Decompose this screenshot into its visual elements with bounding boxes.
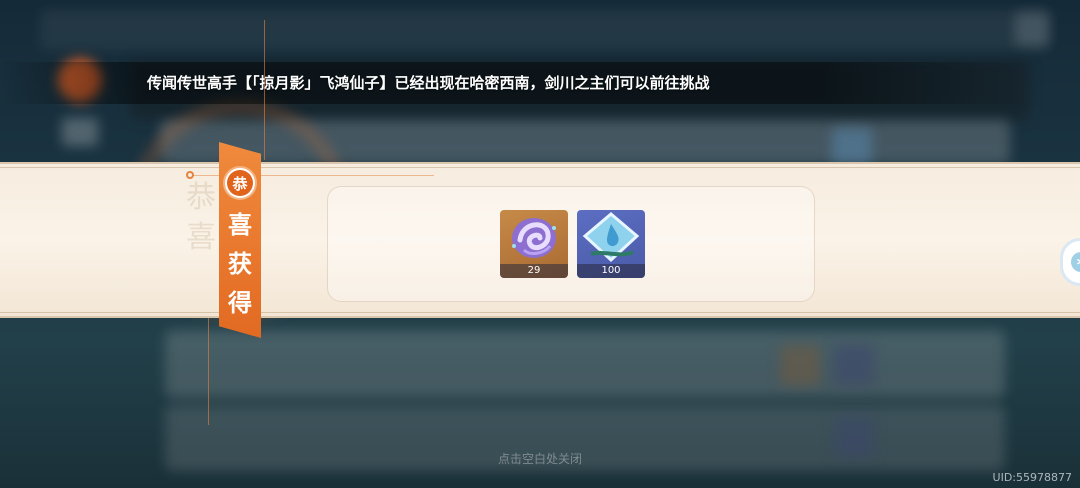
item-count: 100 xyxy=(577,264,645,278)
background-item-thumb xyxy=(832,128,872,164)
congrats-badge-char: 恭 xyxy=(227,170,253,196)
background-menu-icon xyxy=(62,118,98,146)
decorative-line xyxy=(264,20,265,160)
ghost-character-decoration: 喜 xyxy=(186,220,216,255)
background-item-thumb xyxy=(780,345,820,385)
ribbon-title-char: 获 xyxy=(228,249,252,278)
background-top-bar xyxy=(40,10,1050,50)
reward-item[interactable]: 100 xyxy=(577,210,645,278)
background-close-icon xyxy=(1015,12,1049,46)
item-count: 29 xyxy=(500,264,568,278)
decorative-dot xyxy=(186,171,194,179)
announcement-text: 传闻传世高手【「掠月影」飞鸿仙子】已经出现在哈密西南，剑川之主们可以前往挑战 xyxy=(147,74,710,92)
blue-water-crystal-icon xyxy=(582,212,640,263)
ribbon-title-char: 喜 xyxy=(228,210,252,239)
reward-item[interactable]: 29 xyxy=(500,210,568,278)
purple-swirl-material-icon xyxy=(512,218,556,258)
ribbon-title-char: 得 xyxy=(228,288,252,317)
background-item-thumb xyxy=(834,345,874,385)
background-list-row xyxy=(165,330,1005,398)
swirl-icon: ✲ xyxy=(1071,252,1080,272)
uid-label: UID:55978877 xyxy=(992,471,1072,484)
congrats-badge: 恭 xyxy=(223,166,257,200)
tap-to-close-hint[interactable]: 点击空白处关闭 xyxy=(0,450,1080,467)
reward-items-panel xyxy=(327,186,815,302)
